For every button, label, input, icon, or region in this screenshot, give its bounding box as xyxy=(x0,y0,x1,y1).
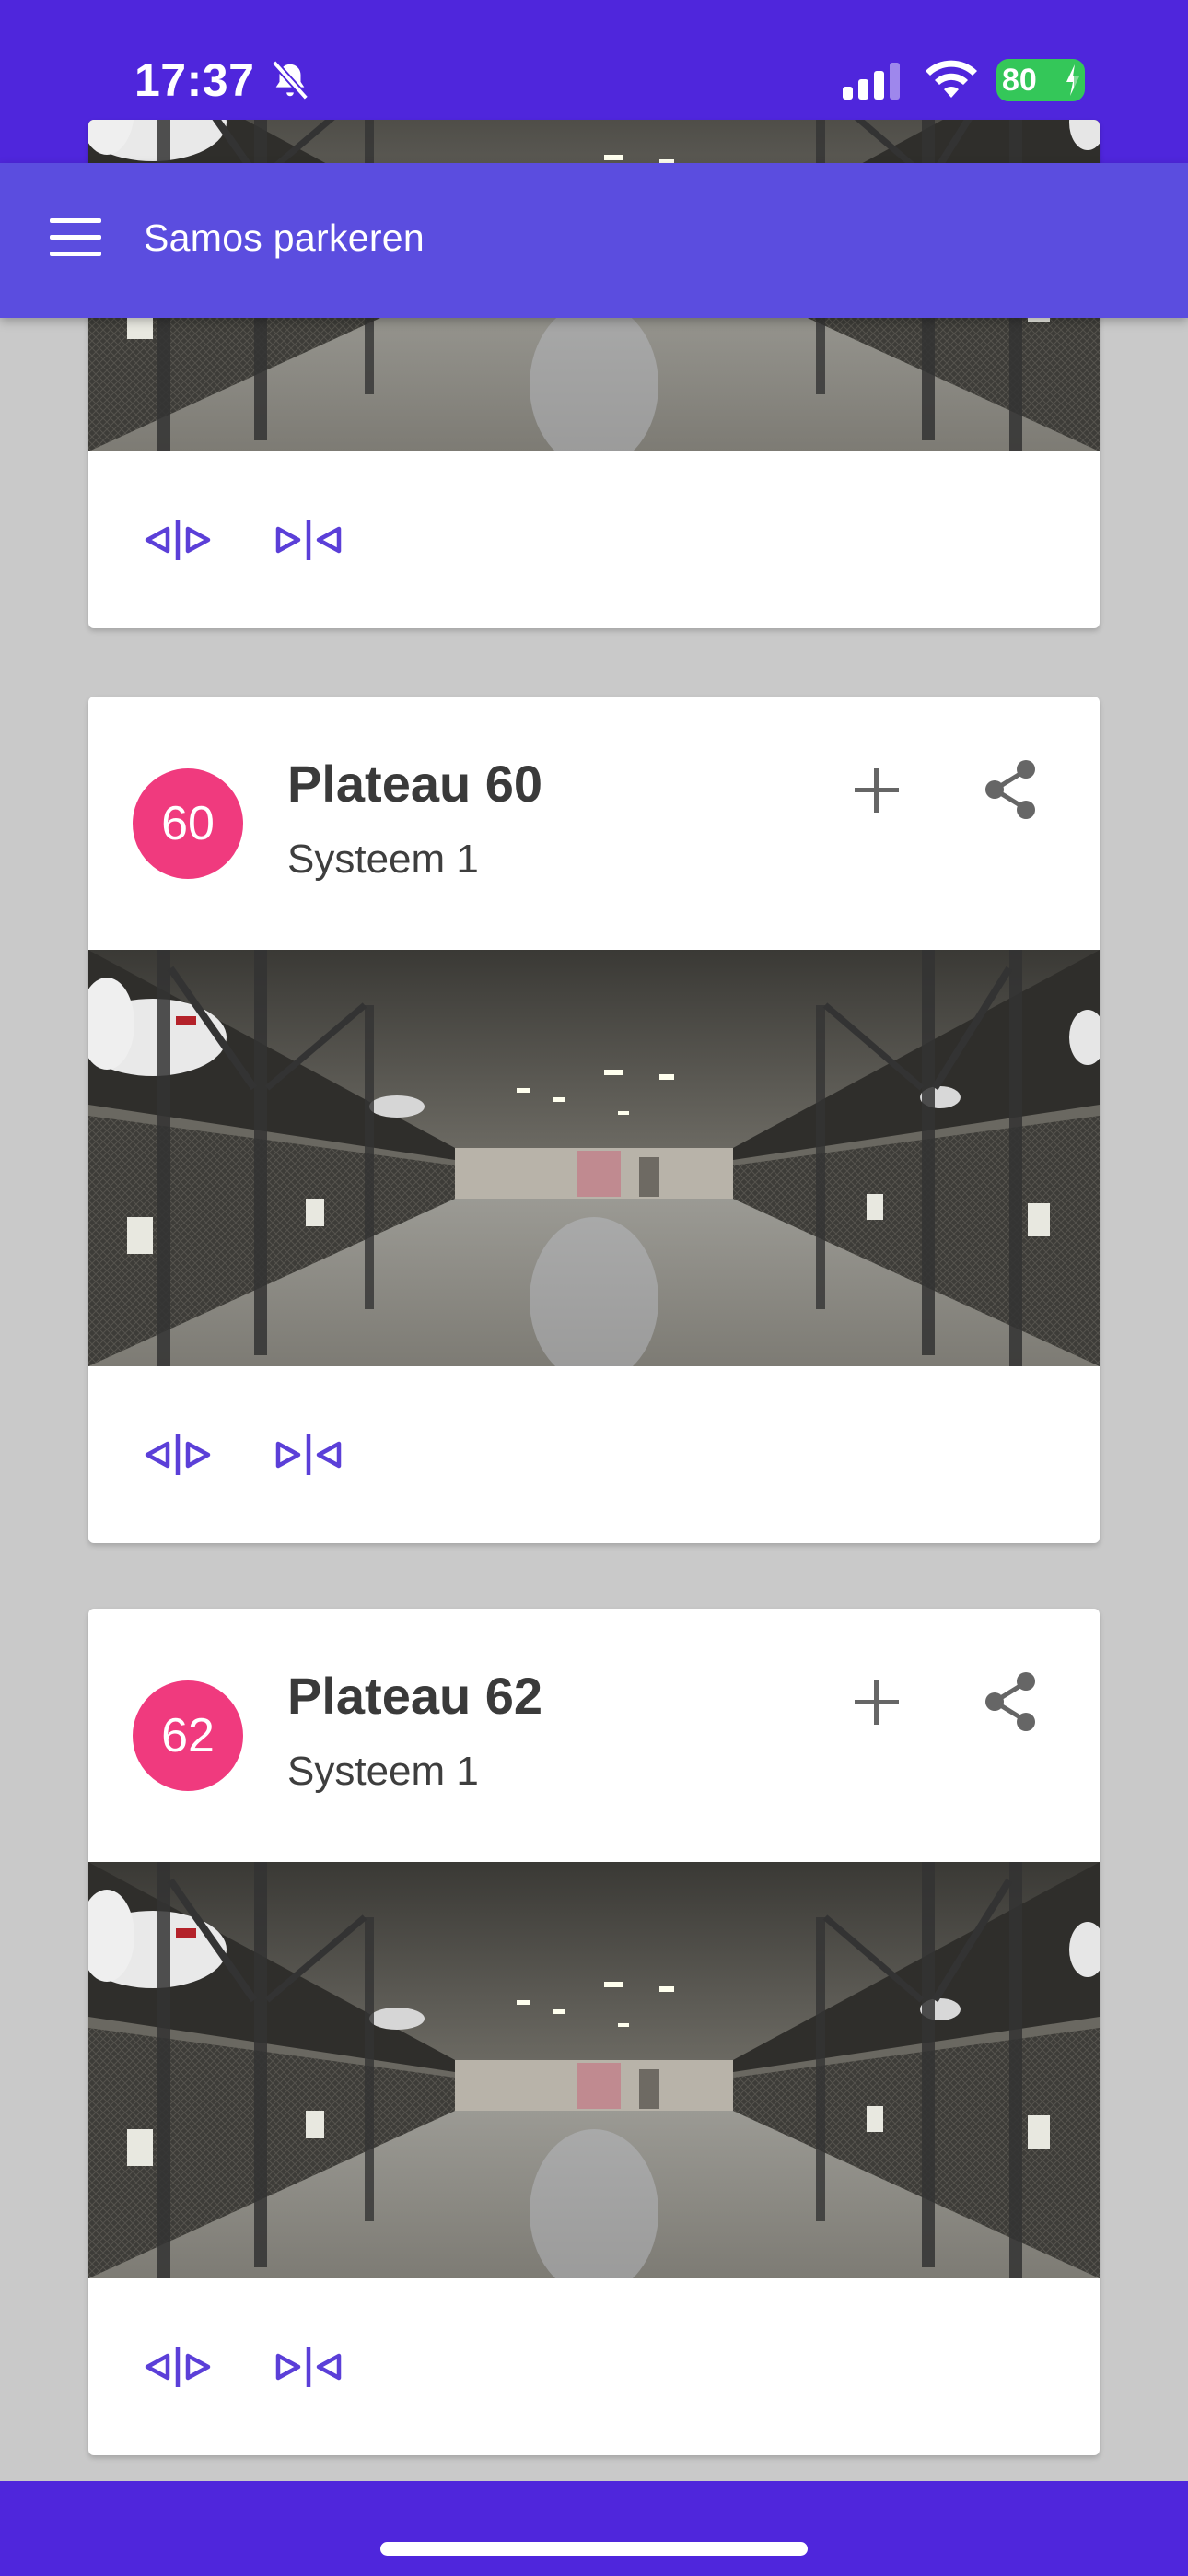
menu-icon[interactable] xyxy=(50,218,101,259)
add-icon[interactable] xyxy=(849,1675,904,1730)
status-time: 17:37 xyxy=(134,54,255,106)
card-subtitle: Systeem 1 xyxy=(287,1749,479,1794)
expand-horizontal-icon[interactable] xyxy=(142,2341,214,2393)
card-actions xyxy=(88,1366,1100,1543)
card-header: 62 Plateau 62 Systeem 1 xyxy=(88,1609,1100,1862)
card-header: 60 Plateau 60 Systeem 1 xyxy=(88,697,1100,950)
card-title: Plateau 60 xyxy=(287,755,543,813)
share-icon[interactable] xyxy=(982,757,1039,822)
card-actions xyxy=(88,451,1100,628)
bell-off-icon xyxy=(271,60,309,100)
screen: 17:37 80 Samos parkeren 60 Plateau 60 Sy… xyxy=(0,0,1188,2576)
parking-garage-image[interactable] xyxy=(88,950,1100,1366)
collapse-horizontal-icon[interactable] xyxy=(273,2341,344,2393)
battery-level: 80 xyxy=(1002,63,1037,98)
share-icon[interactable] xyxy=(982,1669,1039,1734)
wifi-icon xyxy=(926,60,977,98)
plateau-card: 62 Plateau 62 Systeem 1 xyxy=(88,1609,1100,2455)
collapse-horizontal-icon[interactable] xyxy=(273,1429,344,1481)
home-indicator[interactable] xyxy=(380,2542,808,2556)
plateau-card: 60 Plateau 60 Systeem 1 xyxy=(88,697,1100,1543)
expand-horizontal-icon[interactable] xyxy=(142,1429,214,1481)
card-subtitle: Systeem 1 xyxy=(287,837,479,882)
add-icon[interactable] xyxy=(849,763,904,818)
avatar: 62 xyxy=(133,1680,243,1791)
card-title: Plateau 62 xyxy=(287,1667,543,1725)
card-actions xyxy=(88,2278,1100,2455)
app-title: Samos parkeren xyxy=(144,217,425,259)
cellular-signal-icon xyxy=(843,63,900,100)
collapse-horizontal-icon[interactable] xyxy=(273,514,344,566)
expand-horizontal-icon[interactable] xyxy=(142,514,214,566)
battery-indicator: 80 xyxy=(996,59,1085,101)
parking-garage-image[interactable] xyxy=(88,1862,1100,2278)
home-bar-area xyxy=(0,2481,1188,2576)
app-bar: Samos parkeren xyxy=(0,163,1188,318)
battery-tip xyxy=(1074,72,1080,88)
avatar: 60 xyxy=(133,768,243,879)
